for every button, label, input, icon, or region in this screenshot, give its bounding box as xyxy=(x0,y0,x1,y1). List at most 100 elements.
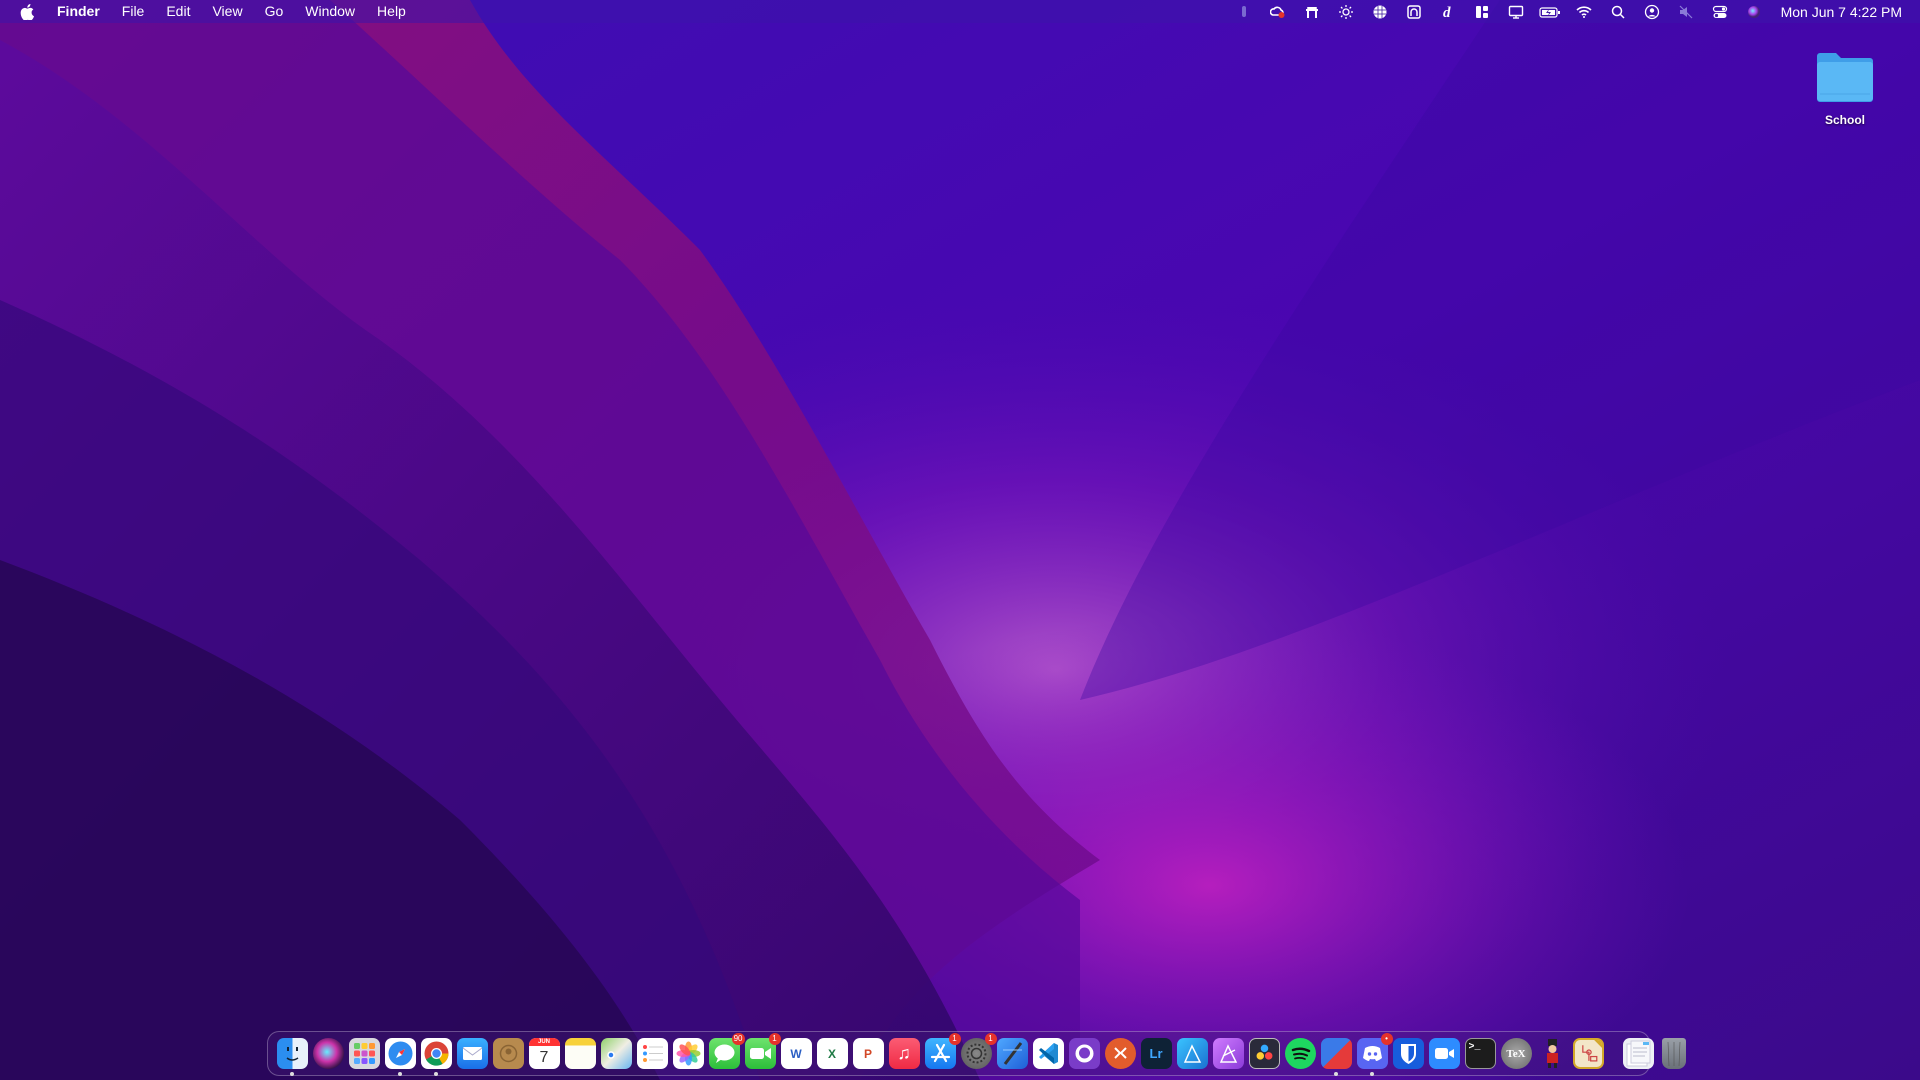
dock-item-reminders[interactable] xyxy=(636,1038,668,1069)
terminal-icon: >_ xyxy=(1464,1038,1496,1069)
menubar-clock[interactable]: Mon Jun 7 4:22 PM xyxy=(1781,4,1902,20)
dock-item-microsoft-powerpoint[interactable]: P xyxy=(852,1038,884,1069)
display-icon[interactable] xyxy=(1504,0,1528,23)
launchpad-icon xyxy=(348,1038,380,1069)
dock-item-discord[interactable]: • xyxy=(1356,1033,1393,1076)
dock-item-microsoft-excel[interactable]: X xyxy=(816,1038,848,1069)
menu-view[interactable]: View xyxy=(201,0,253,23)
chrome-icon xyxy=(420,1038,452,1069)
menubar-app-icon[interactable] xyxy=(1300,0,1324,23)
running-indicator xyxy=(1369,1072,1374,1076)
dock-item-launchpad[interactable] xyxy=(348,1038,380,1069)
desktop-folder-school[interactable]: School xyxy=(1810,50,1880,127)
remote-desktop-icon xyxy=(1104,1038,1136,1069)
dock-item-finder[interactable] xyxy=(276,1038,308,1076)
dock-item-libreoffice-draw[interactable] xyxy=(1572,1038,1604,1069)
dock: JUN 7 90 1 W X P ♫ 1 1 Lr • >_ TeX xyxy=(267,1031,1686,1076)
affinity-designer-icon xyxy=(1176,1038,1208,1069)
layout-icon[interactable] xyxy=(1470,0,1494,23)
apple-menu-icon[interactable] xyxy=(0,3,46,20)
menu-go[interactable]: Go xyxy=(254,0,295,23)
dock-item-safari[interactable] xyxy=(384,1038,416,1076)
menu-help[interactable]: Help xyxy=(366,0,417,23)
calendar-month: JUN xyxy=(528,1038,560,1046)
brightness-icon[interactable] xyxy=(1334,0,1358,23)
dock-item-microsoft-word[interactable]: W xyxy=(780,1038,812,1069)
notification-badge: 1 xyxy=(984,1033,997,1045)
menu-file[interactable]: File xyxy=(111,0,156,23)
trash-icon xyxy=(1661,1038,1686,1069)
mute-icon[interactable] xyxy=(1674,0,1698,23)
dock-item-zoom[interactable] xyxy=(1428,1038,1460,1069)
calendar-day: 7 xyxy=(539,1048,549,1066)
dock-item-notes[interactable] xyxy=(564,1038,596,1069)
dock-item-facetime[interactable]: 1 xyxy=(744,1033,781,1069)
dock-item-music[interactable]: ♫ xyxy=(888,1038,920,1069)
control-center-icon[interactable] xyxy=(1708,0,1732,23)
dock-item-spotify[interactable] xyxy=(1284,1038,1316,1069)
github-icon xyxy=(1068,1038,1100,1069)
dock-item-xcode[interactable] xyxy=(996,1038,1028,1069)
dock-item-davinci-resolve[interactable] xyxy=(1248,1038,1280,1069)
globe-icon[interactable] xyxy=(1368,0,1392,23)
zoom-icon xyxy=(1428,1038,1460,1069)
spotify-icon xyxy=(1284,1038,1316,1069)
dock-item-system-preferences[interactable]: 1 xyxy=(960,1033,997,1069)
dock-item-affinity-photo[interactable] xyxy=(1212,1038,1244,1069)
dock-icon-glyph: Lr xyxy=(1149,1046,1163,1061)
dock-item-terminal[interactable]: >_ xyxy=(1464,1038,1496,1069)
notes-icon xyxy=(564,1038,596,1069)
dock-item-parallels[interactable] xyxy=(1320,1038,1352,1076)
dock-item-tex-live-utility[interactable]: TeX xyxy=(1500,1038,1532,1069)
menu-app-finder[interactable]: Finder xyxy=(46,0,111,23)
dock-icon-glyph: X xyxy=(827,1046,836,1061)
reminders-icon xyxy=(636,1038,668,1069)
headphones-app-icon[interactable] xyxy=(1402,0,1426,23)
word-icon: W xyxy=(780,1038,812,1069)
contacts-icon xyxy=(492,1038,524,1069)
nutcracker-icon xyxy=(1537,1038,1568,1069)
siri-icon[interactable] xyxy=(1742,0,1766,23)
dock-item-calendar[interactable]: JUN 7 xyxy=(528,1038,560,1069)
user-account-icon[interactable] xyxy=(1640,0,1664,23)
creative-cloud-icon[interactable] xyxy=(1266,0,1290,23)
dock-item-nutcracker-app[interactable] xyxy=(1537,1038,1568,1069)
dock-item-siri[interactable] xyxy=(312,1038,344,1069)
wifi-icon[interactable] xyxy=(1572,0,1596,23)
dock-icon-glyph: TeX xyxy=(1506,1047,1526,1060)
dock-item-trash[interactable] xyxy=(1659,1038,1690,1069)
dock-item-photos[interactable] xyxy=(672,1038,704,1069)
calendar-icon: JUN 7 xyxy=(528,1038,560,1069)
dock-item-documents-stack[interactable] xyxy=(1622,1038,1654,1069)
dock-item-messages[interactable]: 90 xyxy=(708,1033,745,1069)
menu-edit[interactable]: Edit xyxy=(155,0,201,23)
microphone-indicator-icon[interactable] xyxy=(1232,0,1256,23)
mail-icon xyxy=(456,1038,488,1069)
menu-bar: Finder File Edit View Go Window Help d M… xyxy=(0,0,1920,23)
dictionary-icon[interactable]: d xyxy=(1436,0,1460,23)
dock-item-app-store[interactable]: 1 xyxy=(924,1033,961,1069)
davinci-resolve-icon xyxy=(1248,1038,1280,1069)
battery-charging-icon[interactable] xyxy=(1538,0,1562,23)
parallels-icon xyxy=(1320,1038,1352,1069)
dock-item-mail[interactable] xyxy=(456,1038,488,1069)
dock-item-visual-studio-code[interactable] xyxy=(1032,1038,1064,1069)
notification-badge: 90 xyxy=(731,1033,745,1045)
dock-icon-glyph: ♫ xyxy=(897,1043,911,1063)
dock-item-github-desktop[interactable] xyxy=(1068,1038,1100,1069)
dock-item-lightroom[interactable]: Lr xyxy=(1140,1038,1172,1069)
dock-item-bitwarden[interactable] xyxy=(1392,1038,1424,1069)
tex-icon: TeX xyxy=(1500,1038,1532,1069)
running-indicator xyxy=(433,1072,438,1076)
svg-text:d: d xyxy=(1443,5,1451,20)
dock-item-contacts[interactable] xyxy=(492,1038,524,1069)
dock-item-affinity-designer[interactable] xyxy=(1176,1038,1208,1069)
dock-item-maps[interactable] xyxy=(600,1038,632,1069)
affinity-photo-icon xyxy=(1212,1038,1244,1069)
draw-icon xyxy=(1572,1038,1604,1069)
spotlight-search-icon[interactable] xyxy=(1606,0,1630,23)
dock-item-google-chrome[interactable] xyxy=(420,1038,452,1076)
dock-icon-glyph: >_ xyxy=(1468,1042,1481,1053)
menu-window[interactable]: Window xyxy=(294,0,366,23)
dock-item-microsoft-remote-desktop[interactable] xyxy=(1104,1038,1136,1069)
